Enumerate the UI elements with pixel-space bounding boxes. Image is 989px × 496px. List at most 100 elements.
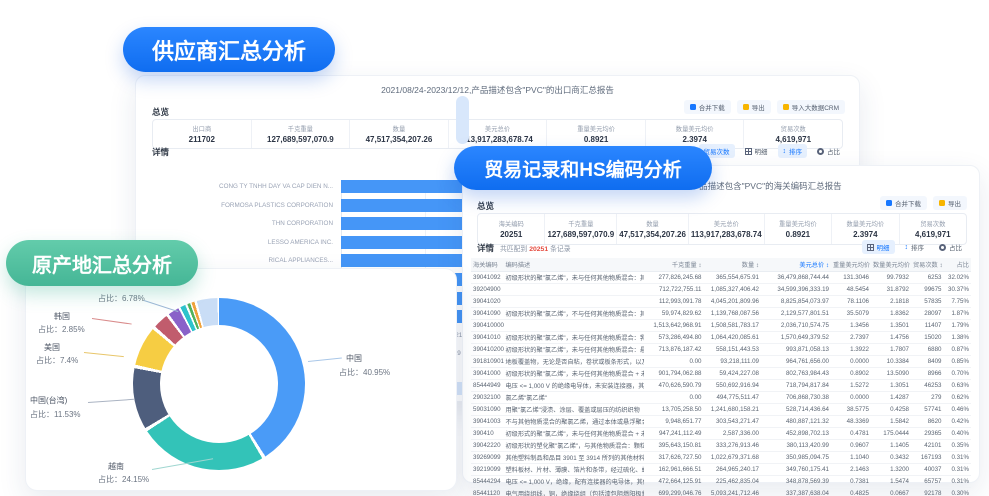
summary-label: 数量 [393, 124, 406, 133]
chip-label: 占比 [949, 242, 962, 252]
cell: 390410000019 [471, 322, 504, 329]
view-control-明细[interactable]: 明细 [862, 240, 895, 254]
column-header-贸易次数[interactable]: 贸易次数 ↕ [911, 260, 944, 269]
cell: 57835 [911, 298, 944, 305]
view-control-明细[interactable]: 明细 [740, 144, 773, 158]
cell: 1.4756 [871, 334, 911, 341]
column-header-千克重量[interactable]: 千克重量 ↕ [644, 260, 704, 269]
cell: 349,760,175.41 [761, 466, 831, 473]
cell: 1.3456 [831, 322, 871, 329]
sort-icon: ↕ [783, 148, 787, 155]
donut-label-pct: 占比：11.53% [30, 409, 81, 420]
download-icon [690, 104, 696, 110]
cell: 28097 [911, 310, 944, 317]
action-button-导入大数据CRM[interactable]: 导入大数据CRM [777, 100, 845, 114]
cell: 1,139,768,087.56 [704, 310, 762, 317]
action-button-合并下载[interactable]: 合并下载 [880, 196, 927, 210]
cell: 452,898,702.13 [761, 430, 831, 437]
download-icon [939, 200, 945, 206]
cell: 0.31% [944, 478, 972, 485]
donut-label-pct: 占比：6.78% [98, 293, 145, 304]
scrollbar-thumb[interactable] [456, 96, 469, 144]
table-row: 29032100氯乙烯"氯乙烯"0.00494,775,511.47706,86… [471, 392, 971, 404]
cell: 34,599,396,333.19 [761, 286, 831, 293]
cell: 3904102000 [471, 346, 504, 353]
cell: 528,714,436.64 [761, 406, 831, 413]
view-control-占比[interactable]: 占比 [812, 144, 845, 158]
cell: 0.31% [944, 466, 972, 473]
cell: 99675 [911, 286, 944, 293]
overview-label: 总览 [152, 106, 169, 118]
cell: 0.31% [944, 454, 972, 461]
cell: 2,129,577,801.51 [761, 310, 831, 317]
summary-value: 127,689,597,070.9 [267, 135, 334, 144]
table-row: 3904100000191,513,642,968.911,508,581,78… [471, 320, 971, 332]
column-header-重量美元均价: 重量美元均价 [831, 260, 871, 269]
cell: 0.87% [944, 346, 972, 353]
cell: 0.4258 [871, 406, 911, 413]
action-button-合并下载[interactable]: 合并下载 [684, 100, 731, 114]
action-label: 导出 [948, 198, 961, 208]
donut-label-pct: 占比：7.4% [36, 355, 78, 366]
summary-label: 数量 [646, 219, 659, 228]
detail-label: 详情 [477, 242, 494, 254]
cell: 48.3369 [831, 418, 871, 425]
cell: 390410 [471, 430, 504, 437]
table-row: 39042220初级形状的塑化聚"氯乙烯"，与其他物质混合：颗粒395,643,… [471, 440, 971, 452]
cell: 350,985,094.75 [761, 454, 831, 461]
cell: 1,513,642,968.91 [644, 322, 704, 329]
cell: 993,871,058.13 [761, 346, 831, 353]
view-control-排序[interactable]: ↕排序 [778, 144, 808, 158]
summary-label: 贸易次数 [920, 219, 945, 228]
cell: 317,626,727.50 [644, 454, 704, 461]
action-button-导出[interactable]: 导出 [933, 196, 967, 210]
column-header-海关编码: 海关编码 [471, 260, 504, 269]
cell: 112,993,091.78 [644, 298, 704, 305]
donut-label-pct: 占比：40.95% [339, 367, 390, 378]
cell: 85444294 [471, 478, 504, 485]
cell: 39041010 [471, 334, 504, 341]
summary-label: 数量美元均价 [846, 219, 884, 228]
cell: 29032100 [471, 394, 504, 401]
summary-label: 海关编码 [499, 219, 524, 228]
summary-label: 数量美元均价 [676, 124, 714, 133]
cell: 348,878,569.39 [761, 478, 831, 485]
cell: 11407 [911, 322, 944, 329]
column-header-美元总价[interactable]: 美元总价 ↕ [761, 260, 831, 269]
cell: 1.5842 [871, 418, 911, 425]
report2-controls: 明细 ↕排序 占比 [862, 240, 968, 254]
cell: 0.4781 [831, 430, 871, 437]
table-row: 85444949电压 <= 1,000 V 的绝缘电导体，未安装连接器，其他绝缘… [471, 380, 971, 392]
cell: 30.37% [944, 286, 972, 293]
view-control-排序[interactable]: ↕排序 [900, 240, 930, 254]
table-row: 3918109010地板覆盖物，无论是否自粘，卷状或板条形式，以及墙壁或天花板覆… [471, 356, 971, 368]
summary-value: 113,917,283,678.74 [691, 230, 762, 239]
cell: 0.46% [944, 406, 972, 413]
cell: 59,974,829.62 [644, 310, 704, 317]
cell: 1.5272 [831, 382, 871, 389]
cell: 558,151,443.53 [704, 346, 762, 353]
cell: 264,965,240.17 [704, 466, 762, 473]
view-control-占比[interactable]: 占比 [934, 240, 967, 254]
cell: 10.3384 [871, 358, 911, 365]
cell: 0.7381 [831, 478, 871, 485]
cell: 0.0000 [831, 358, 871, 365]
detail-label-row: 详情 [152, 146, 169, 158]
summary-value: 113,917,283,678.74 [462, 135, 533, 144]
action-button-导出[interactable]: 导出 [737, 100, 771, 114]
donut-label-name: 美国 [44, 342, 60, 353]
cell: 1.3200 [871, 466, 911, 473]
donut-label-name: 越南 [108, 461, 124, 472]
cell: 718,794,817.84 [761, 382, 831, 389]
cell: 31.8792 [871, 286, 911, 293]
cell: 8620 [911, 418, 944, 425]
summary-value: 4,619,971 [915, 230, 951, 239]
cell: 35.5079 [831, 310, 871, 317]
column-header-占比: 占比 [944, 260, 972, 269]
cell: 1.87% [944, 310, 972, 317]
cell: 1,570,649,379.52 [761, 334, 831, 341]
cell: 712,722,755.11 [644, 286, 704, 293]
summary-label: 重量美元均价 [577, 124, 615, 133]
column-header-数量[interactable]: 数量 ↕ [704, 260, 762, 269]
cell: 85444949 [471, 382, 504, 389]
